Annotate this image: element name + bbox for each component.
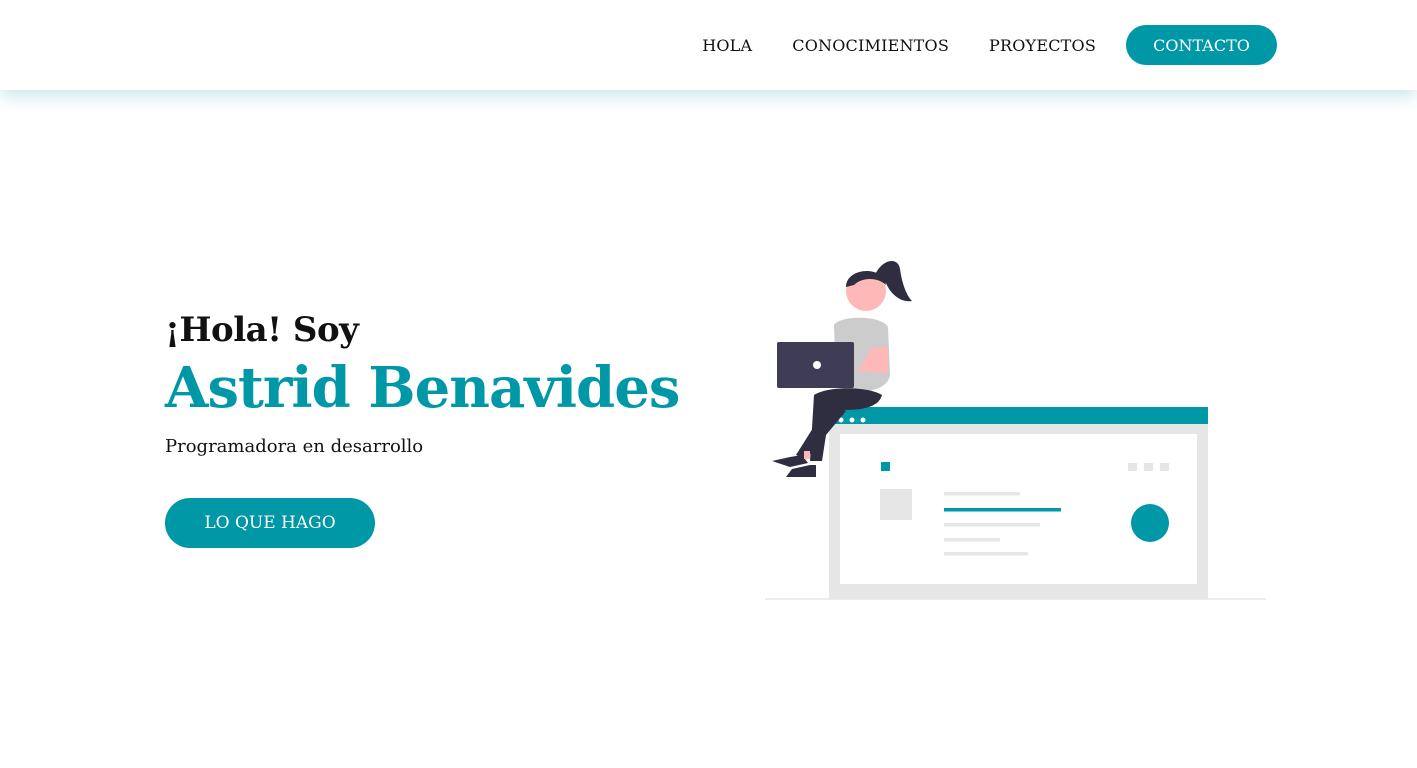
- content-square-icon: [881, 462, 890, 471]
- menu-dot-icon: [1144, 463, 1153, 471]
- browser-dot-icon: [860, 417, 866, 423]
- menu-dot-icon: [1160, 463, 1169, 471]
- illustration-svg: [765, 260, 1266, 600]
- hero-section: ¡Hola! Soy Astrid Benavides Programadora…: [165, 306, 705, 548]
- hero-name: Astrid Benavides: [165, 355, 680, 421]
- hero-greeting: ¡Hola! Soy: [165, 310, 359, 350]
- content-line-accent: [944, 508, 1061, 512]
- content-image-placeholder: [880, 489, 912, 520]
- what-i-do-button[interactable]: LO QUE HAGO: [165, 498, 375, 548]
- laptop-logo: [813, 361, 821, 369]
- nav-link-hola[interactable]: HOLA: [702, 36, 752, 55]
- nav-link-conocimientos[interactable]: CONOCIMIENTOS: [792, 36, 949, 55]
- ankle: [804, 451, 810, 459]
- top-navbar: HOLA CONOCIMIENTOS PROYECTOS CONTACTO: [0, 0, 1417, 90]
- hero-subtitle: Programadora en desarrollo: [165, 436, 424, 457]
- content-line: [944, 552, 1028, 556]
- browser-title-bar: [829, 407, 1208, 424]
- main-navigation: HOLA CONOCIMIENTOS PROYECTOS CONTACTO: [702, 25, 1277, 65]
- contact-button[interactable]: CONTACTO: [1126, 25, 1277, 65]
- nav-link-proyectos[interactable]: PROYECTOS: [989, 36, 1096, 55]
- content-circle-icon: [1131, 504, 1169, 542]
- browser-dot-icon: [849, 417, 855, 423]
- content-line: [944, 538, 1000, 542]
- content-line: [944, 492, 1020, 496]
- woman-working-on-laptop-illustration: [760, 255, 1270, 605]
- content-line: [944, 523, 1040, 527]
- menu-dot-icon: [1128, 463, 1137, 471]
- shoe-front: [772, 455, 808, 467]
